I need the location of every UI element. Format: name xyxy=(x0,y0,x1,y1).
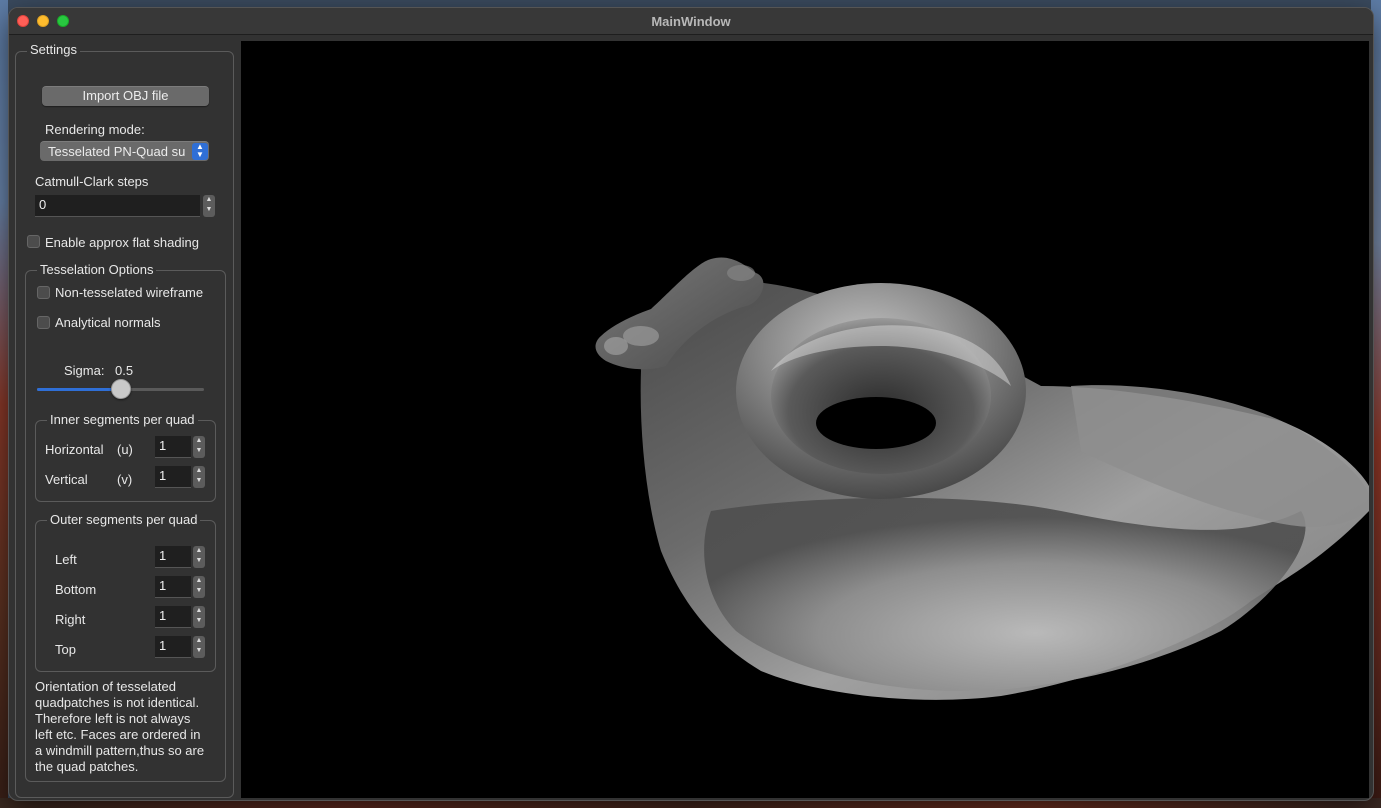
outer-bottom-input[interactable]: 1 xyxy=(155,576,191,598)
catmull-clark-label: Catmull-Clark steps xyxy=(35,174,149,189)
note-line: a windmill pattern,thus so are xyxy=(35,743,205,758)
render-viewport[interactable] xyxy=(241,41,1369,798)
window-title: MainWindow xyxy=(651,14,731,29)
outer-bottom-label: Bottom xyxy=(55,582,97,597)
catmull-clark-input[interactable]: 0 xyxy=(35,195,200,217)
sigma-slider-handle[interactable] xyxy=(110,379,131,399)
outer-right-label: Right xyxy=(55,612,86,627)
rendering-mode-select[interactable]: Tesselated PN-Quad su ▲ ▼ xyxy=(40,141,209,161)
vertical-label: Vertical xyxy=(45,472,88,487)
tesselation-options-title: Tesselation Options xyxy=(37,262,157,277)
outer-top-spinbox-arrows-icon[interactable]: ▲ ▼ xyxy=(193,636,205,658)
outer-segments-title: Outer segments per quad xyxy=(47,512,201,527)
title-bar[interactable]: MainWindow xyxy=(9,8,1373,35)
rendering-mode-value: Tesselated PN-Quad su xyxy=(48,144,186,159)
import-obj-button[interactable]: Import OBJ file xyxy=(42,86,209,106)
outer-left-input[interactable]: 1 xyxy=(155,546,191,568)
note-line: left etc. Faces are ordered in xyxy=(35,727,201,742)
inner-segments-title: Inner segments per quad xyxy=(47,412,198,427)
wireframe-label: Non-tesselated wireframe xyxy=(55,285,204,300)
rendered-mesh xyxy=(595,257,1369,700)
sigma-value: 0.5 xyxy=(115,363,134,378)
horizontal-unit: (u) xyxy=(117,442,133,457)
analytical-normals-label: Analytical normals xyxy=(55,315,161,330)
inner-segments-group xyxy=(35,420,216,502)
flat-shading-checkbox[interactable] xyxy=(27,235,40,248)
outer-bottom-spinbox-arrows-icon[interactable]: ▲ ▼ xyxy=(193,576,205,598)
sigma-slider-fill xyxy=(37,388,121,391)
rendering-mode-label: Rendering mode: xyxy=(45,122,145,137)
horizontal-label: Horizontal xyxy=(45,442,104,457)
note-line: Orientation of tesselated xyxy=(35,679,176,694)
dropdown-arrows-icon: ▲ ▼ xyxy=(192,143,208,160)
catmull-clark-spinbox-arrows-icon[interactable]: ▲ ▼ xyxy=(203,195,215,217)
desktop-wallpaper-left xyxy=(0,0,8,808)
outer-right-input[interactable]: 1 xyxy=(155,606,191,628)
horizontal-segments-input[interactable]: 1 xyxy=(155,436,191,458)
horizontal-spinbox-arrows-icon[interactable]: ▲ ▼ xyxy=(193,436,205,458)
vertical-unit: (v) xyxy=(117,472,133,487)
note-line: Therefore left is not always xyxy=(35,711,191,726)
orientation-note: Orientation of tesselated quadpatches is… xyxy=(35,679,225,775)
outer-right-spinbox-arrows-icon[interactable]: ▲ ▼ xyxy=(193,606,205,628)
analytical-normals-checkbox[interactable] xyxy=(37,316,50,329)
note-line: the quad patches. xyxy=(35,759,139,774)
flat-shading-label: Enable approx flat shading xyxy=(45,235,199,250)
vertical-spinbox-arrows-icon[interactable]: ▲ ▼ xyxy=(193,466,205,488)
outer-top-input[interactable]: 1 xyxy=(155,636,191,658)
wireframe-checkbox[interactable] xyxy=(37,286,50,299)
vertical-segments-input[interactable]: 1 xyxy=(155,466,191,488)
sigma-label: Sigma: xyxy=(64,363,105,378)
outer-left-label: Left xyxy=(55,552,77,567)
main-window: MainWindow Settings Import OBJ file Rend… xyxy=(8,7,1374,801)
note-line: quadpatches is not identical. xyxy=(35,695,200,710)
outer-top-label: Top xyxy=(55,642,76,657)
settings-group-title: Settings xyxy=(27,42,80,57)
outer-left-spinbox-arrows-icon[interactable]: ▲ ▼ xyxy=(193,546,205,568)
